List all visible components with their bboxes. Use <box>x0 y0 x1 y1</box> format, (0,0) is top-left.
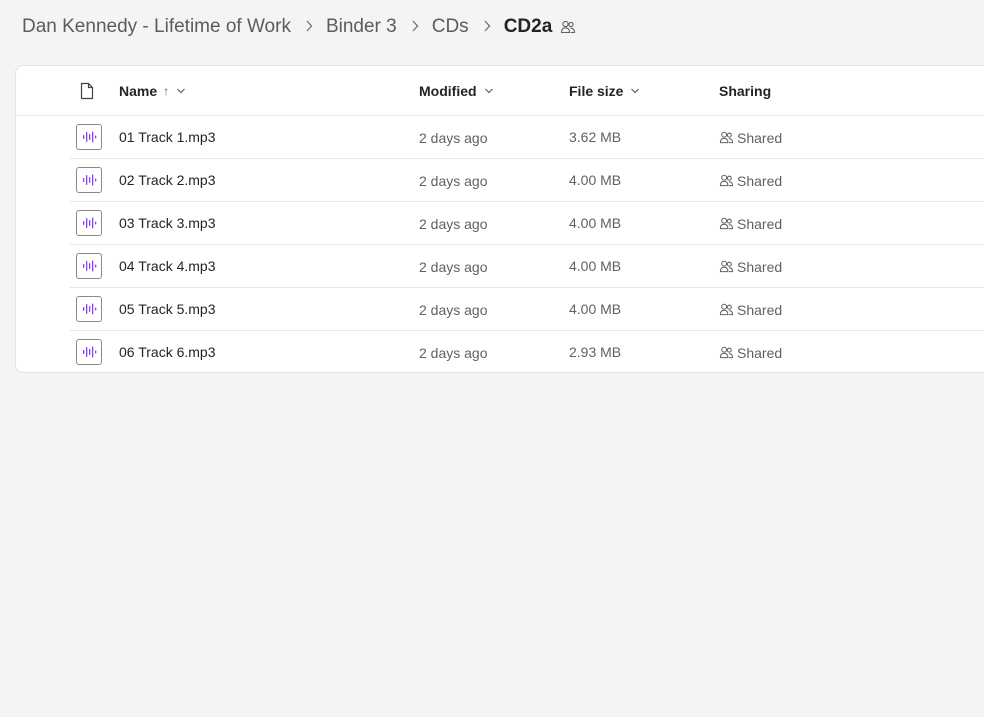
table-row[interactable]: 01 Track 1.mp3 2 days ago 3.62 MB Shared <box>70 116 984 159</box>
sharing-status[interactable]: Shared <box>719 202 782 245</box>
people-shared-icon <box>719 216 734 231</box>
file-size: 4.00 MB <box>569 258 622 274</box>
column-header-modified[interactable]: Modified <box>419 66 494 116</box>
file-name[interactable]: 05 Track 5.mp3 <box>119 288 216 331</box>
column-header-name-label: Name <box>119 83 158 99</box>
file-name[interactable]: 02 Track 2.mp3 <box>119 159 216 202</box>
sharing-status[interactable]: Shared <box>719 245 782 288</box>
file-list-panel: Name ↑ Modified File size Sharing 01 Tra… <box>15 65 984 373</box>
file-size: 3.62 MB <box>569 129 622 145</box>
sharing-status[interactable]: Shared <box>719 116 782 159</box>
file-name[interactable]: 01 Track 1.mp3 <box>119 116 216 159</box>
people-shared-icon <box>719 259 734 274</box>
file-modified: 2 days ago <box>419 345 488 361</box>
breadcrumb-item-dan-kennedy[interactable]: Dan Kennedy - Lifetime of Work <box>22 16 291 38</box>
document-icon[interactable] <box>80 82 94 100</box>
chevron-right-icon <box>411 20 419 34</box>
chevron-down-icon <box>630 86 640 96</box>
column-header-modified-label: Modified <box>419 83 477 99</box>
table-row[interactable]: 02 Track 2.mp3 2 days ago 4.00 MB Shared <box>70 159 984 202</box>
file-name[interactable]: 04 Track 4.mp3 <box>119 245 216 288</box>
table-row[interactable]: 04 Track 4.mp3 2 days ago 4.00 MB Shared <box>70 245 984 288</box>
sharing-status-label: Shared <box>737 215 783 232</box>
breadcrumb-current-folder: CD2a <box>503 16 553 37</box>
chevron-down-icon <box>484 86 494 96</box>
file-name[interactable]: 03 Track 3.mp3 <box>119 202 216 245</box>
breadcrumb-item-binder-3[interactable]: Binder 3 <box>326 16 397 38</box>
table-row[interactable]: 03 Track 3.mp3 2 days ago 4.00 MB Shared <box>70 202 984 245</box>
file-modified: 2 days ago <box>419 173 488 189</box>
sharing-status-label: Shared <box>737 301 783 318</box>
breadcrumb-item-cds[interactable]: CDs <box>432 16 469 38</box>
file-modified: 2 days ago <box>419 130 488 146</box>
people-shared-icon <box>719 345 734 360</box>
sharing-status[interactable]: Shared <box>719 331 782 374</box>
people-shared-icon <box>719 302 734 317</box>
audio-file-icon[interactable] <box>76 296 102 322</box>
table-row[interactable]: 06 Track 6.mp3 2 days ago 2.93 MB Shared <box>70 331 984 374</box>
chevron-right-icon <box>483 20 491 34</box>
file-size: 4.00 MB <box>569 301 622 317</box>
file-modified: 2 days ago <box>419 259 488 275</box>
file-modified: 2 days ago <box>419 302 488 318</box>
chevron-right-icon <box>305 20 313 34</box>
sharing-status-label: Shared <box>737 344 783 361</box>
sharing-status[interactable]: Shared <box>719 288 782 331</box>
audio-file-icon[interactable] <box>76 210 102 236</box>
file-size: 2.93 MB <box>569 344 622 360</box>
sharing-status-label: Shared <box>737 172 783 189</box>
people-shared-icon <box>719 130 734 145</box>
audio-file-icon[interactable] <box>76 339 102 365</box>
sharing-status-label: Shared <box>737 129 783 146</box>
breadcrumb: Dan Kennedy - Lifetime of Work Binder 3 … <box>22 14 576 40</box>
column-header-name[interactable]: Name ↑ <box>119 66 186 116</box>
table-row[interactable]: 05 Track 5.mp3 2 days ago 4.00 MB Shared <box>70 288 984 331</box>
people-shared-icon[interactable] <box>560 19 576 35</box>
file-name[interactable]: 06 Track 6.mp3 <box>119 331 216 374</box>
file-size: 4.00 MB <box>569 215 622 231</box>
sharing-status[interactable]: Shared <box>719 159 782 202</box>
sharing-status-label: Shared <box>737 258 783 275</box>
column-header-file-size[interactable]: File size <box>569 66 640 116</box>
column-header-sharing-label: Sharing <box>719 83 772 99</box>
audio-file-icon[interactable] <box>76 253 102 279</box>
column-header-file-size-label: File size <box>569 83 624 99</box>
chevron-down-icon <box>176 86 186 96</box>
column-header-sharing[interactable]: Sharing <box>719 66 771 116</box>
audio-file-icon[interactable] <box>76 167 102 193</box>
file-modified: 2 days ago <box>419 216 488 232</box>
sort-ascending-icon: ↑ <box>163 84 170 98</box>
file-size: 4.00 MB <box>569 172 622 188</box>
people-shared-icon <box>719 173 734 188</box>
audio-file-icon[interactable] <box>76 124 102 150</box>
table-header: Name ↑ Modified File size Sharing <box>16 66 984 116</box>
